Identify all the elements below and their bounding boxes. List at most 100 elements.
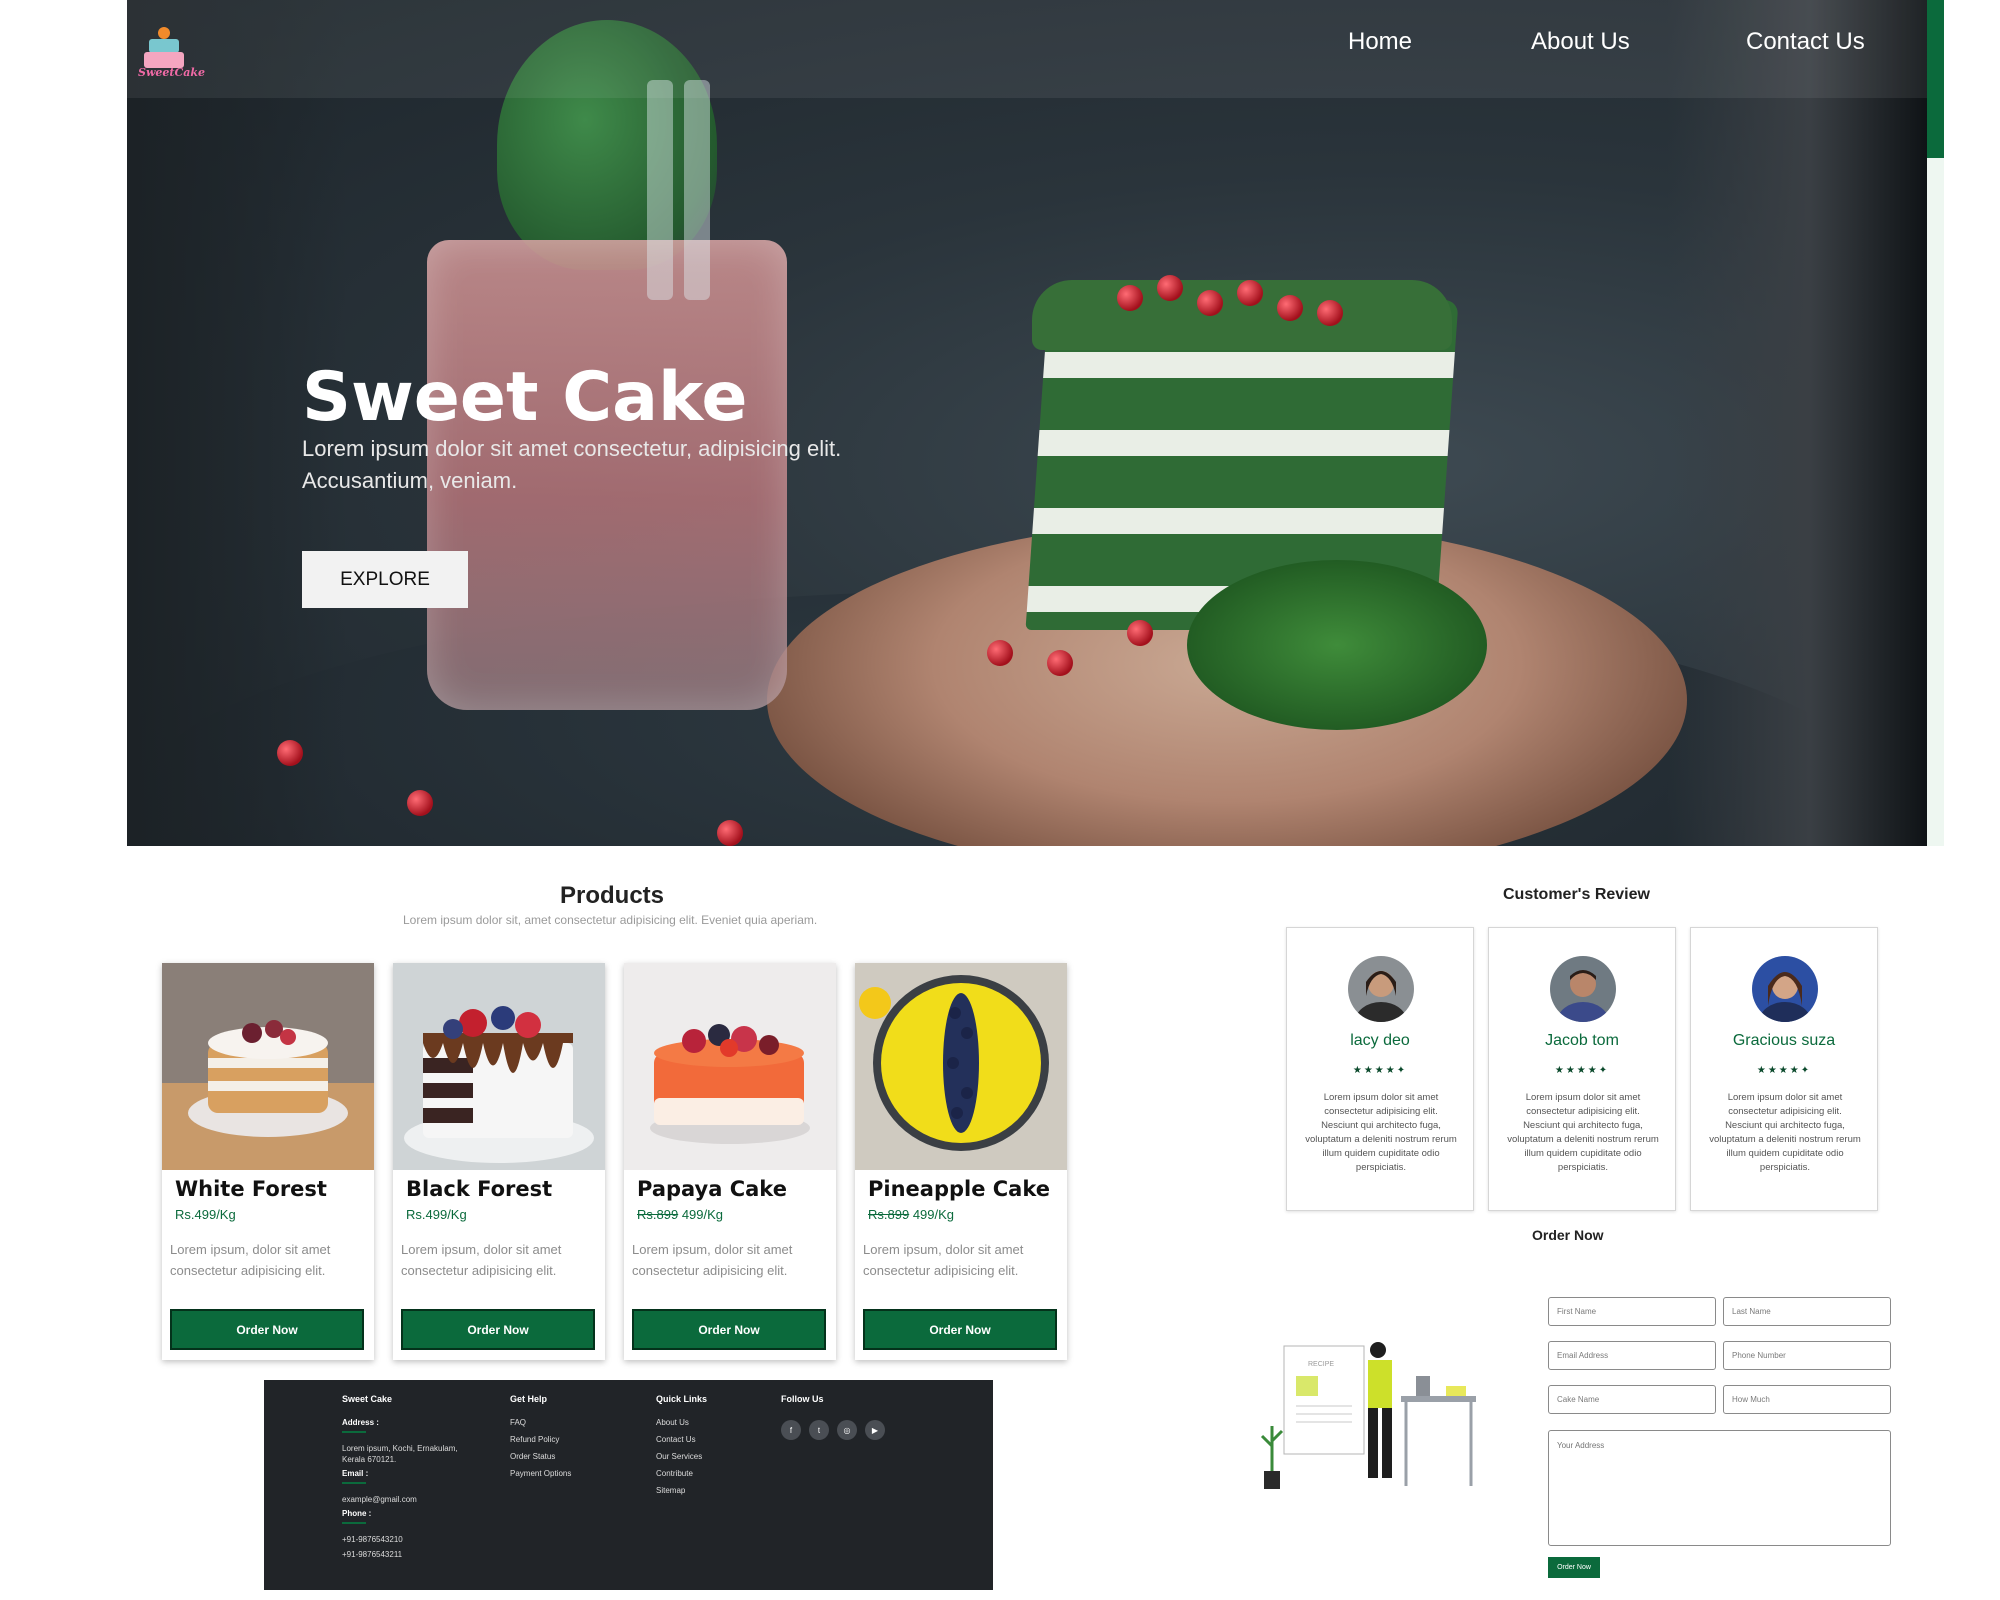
contact-us-link[interactable]: Contact Us <box>656 1435 707 1444</box>
current-price: Rs.499/Kg <box>406 1207 467 1222</box>
product-description: Lorem ipsum, dolor sit amet consectetur … <box>863 1242 1024 1278</box>
footer-contact-column: Sweet Cake Address : Lorem ipsum, Kochi,… <box>342 1394 472 1560</box>
pomegranate-seed <box>277 740 303 766</box>
footer-help-column: Get Help FAQ Refund Policy Order Status … <box>510 1394 571 1478</box>
phone-value-1: +91-9876543210 <box>342 1535 403 1544</box>
address-field[interactable] <box>1548 1430 1891 1546</box>
twitter-icon[interactable]: t <box>809 1420 829 1440</box>
avatar <box>1348 956 1414 1022</box>
white-forest-image <box>162 963 374 1170</box>
quick-links-title: Quick Links <box>656 1394 708 1404</box>
pomegranate-seed <box>1317 300 1343 326</box>
payment-options-link[interactable]: Payment Options <box>510 1469 571 1478</box>
product-name: Papaya Cake <box>637 1177 787 1201</box>
review-card: Jacob tom ★★★★✦ Lorem ipsum dolor sit am… <box>1488 927 1676 1211</box>
navbar <box>127 0 1927 98</box>
product-description: Lorem ipsum, dolor sit amet consectetur … <box>170 1242 331 1278</box>
black-forest-image <box>393 963 605 1170</box>
email-label: Email : <box>342 1469 369 1478</box>
our-services-link[interactable]: Our Services <box>656 1452 707 1461</box>
cake-name-field[interactable] <box>1548 1385 1716 1414</box>
product-name: Black Forest <box>406 1177 553 1201</box>
sitemap-link[interactable]: Sitemap <box>656 1486 707 1495</box>
email-field[interactable] <box>1548 1341 1716 1370</box>
pomegranate-seed <box>407 790 433 816</box>
hero-subtitle: Lorem ipsum dolor sit amet consectetur, … <box>302 436 842 493</box>
reviews-title: Customer's Review <box>1503 886 1650 903</box>
pomegranate-seed <box>1197 290 1223 316</box>
order-now-button[interactable]: Order Now <box>632 1309 826 1350</box>
rating-stars: ★★★★✦ <box>1352 1065 1408 1076</box>
nav-link-home[interactable]: Home <box>1348 28 1412 56</box>
instagram-icon[interactable]: ◎ <box>837 1420 857 1440</box>
last-name-field[interactable] <box>1723 1297 1891 1326</box>
hero-title: Sweet Cake <box>302 358 748 437</box>
pomegranate-seed <box>1157 275 1183 301</box>
product-price: Rs.899 499/Kg <box>868 1207 954 1222</box>
avatar <box>1752 956 1818 1022</box>
order-now-button[interactable]: Order Now <box>401 1309 595 1350</box>
quantity-field[interactable] <box>1723 1385 1891 1414</box>
footer: Sweet Cake Address : Lorem ipsum, Kochi,… <box>264 1380 993 1590</box>
current-price: 499/Kg <box>681 1207 724 1222</box>
order-now-title: Order Now <box>1532 1227 1604 1243</box>
youtube-icon[interactable]: ▶ <box>865 1420 885 1440</box>
pomegranate-seed <box>1127 620 1153 646</box>
phone-field[interactable] <box>1723 1341 1891 1370</box>
follow-us-title: Follow Us <box>781 1394 824 1404</box>
recipe-label: RECIPE <box>1308 1361 1334 1368</box>
address-label: Address : <box>342 1418 379 1427</box>
about-us-link[interactable]: About Us <box>656 1418 707 1427</box>
reviewer-name: Gracious suza <box>1732 1032 1836 1049</box>
nav-link-contact[interactable]: Contact Us <box>1746 28 1865 56</box>
sweetcake-logo[interactable]: SweetCake <box>138 22 205 79</box>
product-card-papaya-cake: Papaya Cake Rs.899 499/Kg Lorem ipsum, d… <box>624 963 836 1360</box>
review-text: Lorem ipsum dolor sit amet consectetur a… <box>1305 1092 1457 1173</box>
current-price: Rs.499/Kg <box>175 1207 236 1222</box>
phone-value-2: +91-9876543211 <box>342 1550 403 1559</box>
footer-quick-links-column: Quick Links About Us Contact Us Our Serv… <box>656 1394 707 1495</box>
pomegranate-seed <box>717 820 743 846</box>
facebook-icon[interactable]: f <box>781 1420 801 1440</box>
contribute-link[interactable]: Contribute <box>656 1469 707 1478</box>
products-title: Products <box>560 882 665 909</box>
email-value: example@gmail.com <box>342 1495 417 1504</box>
pomegranate-seed <box>1277 295 1303 321</box>
products-subtitle: Lorem ipsum dolor sit, amet consectetur … <box>403 913 818 927</box>
old-price: Rs.899 <box>637 1207 679 1222</box>
pomegranate-seed <box>987 640 1013 666</box>
review-text: Lorem ipsum dolor sit amet consectetur a… <box>1507 1092 1659 1173</box>
help-title: Get Help <box>510 1394 548 1404</box>
page: SweetCake Home About Us Contact Us Sweet… <box>0 0 2000 1600</box>
faq-link[interactable]: FAQ <box>510 1418 571 1427</box>
rating-stars: ★★★★✦ <box>1756 1065 1812 1076</box>
rating-stars: ★★★★✦ <box>1554 1065 1610 1076</box>
footer-social-column: Follow Us f t ◎ ▶ <box>781 1394 885 1440</box>
product-card-white-forest: White Forest Rs.499/Kg Lorem ipsum, dolo… <box>162 963 374 1360</box>
review-card: lacy deo ★★★★✦ Lorem ipsum dolor sit ame… <box>1286 927 1474 1211</box>
order-submit-button[interactable]: Order Now <box>1548 1557 1600 1578</box>
explore-button[interactable]: EXPLORE <box>302 551 468 608</box>
nav-link-about[interactable]: About Us <box>1531 28 1630 56</box>
accent-stripe <box>1927 0 1944 158</box>
review-card: Gracious suza ★★★★✦ Lorem ipsum dolor si… <box>1690 927 1878 1211</box>
order-now-button[interactable]: Order Now <box>863 1309 1057 1350</box>
baker-illustration: RECIPE <box>1256 1336 1486 1496</box>
pomegranate-seed <box>1117 285 1143 311</box>
order-status-link[interactable]: Order Status <box>510 1452 571 1461</box>
product-name: Pineapple Cake <box>868 1177 1050 1201</box>
pomegranate-seed <box>1047 650 1073 676</box>
product-price: Rs.499/Kg <box>406 1207 467 1222</box>
papaya-cake-image <box>624 963 836 1170</box>
refund-policy-link[interactable]: Refund Policy <box>510 1435 571 1444</box>
review-text: Lorem ipsum dolor sit amet consectetur a… <box>1709 1092 1861 1173</box>
avatar <box>1550 956 1616 1022</box>
product-price: Rs.899 499/Kg <box>637 1207 723 1222</box>
product-description: Lorem ipsum, dolor sit amet consectetur … <box>401 1242 562 1278</box>
pomegranate-seed <box>1237 280 1263 306</box>
first-name-field[interactable] <box>1548 1297 1716 1326</box>
spinach-leaves <box>1187 560 1487 730</box>
product-name: White Forest <box>175 1177 327 1201</box>
order-now-button[interactable]: Order Now <box>170 1309 364 1350</box>
old-price: Rs.899 <box>868 1207 910 1222</box>
